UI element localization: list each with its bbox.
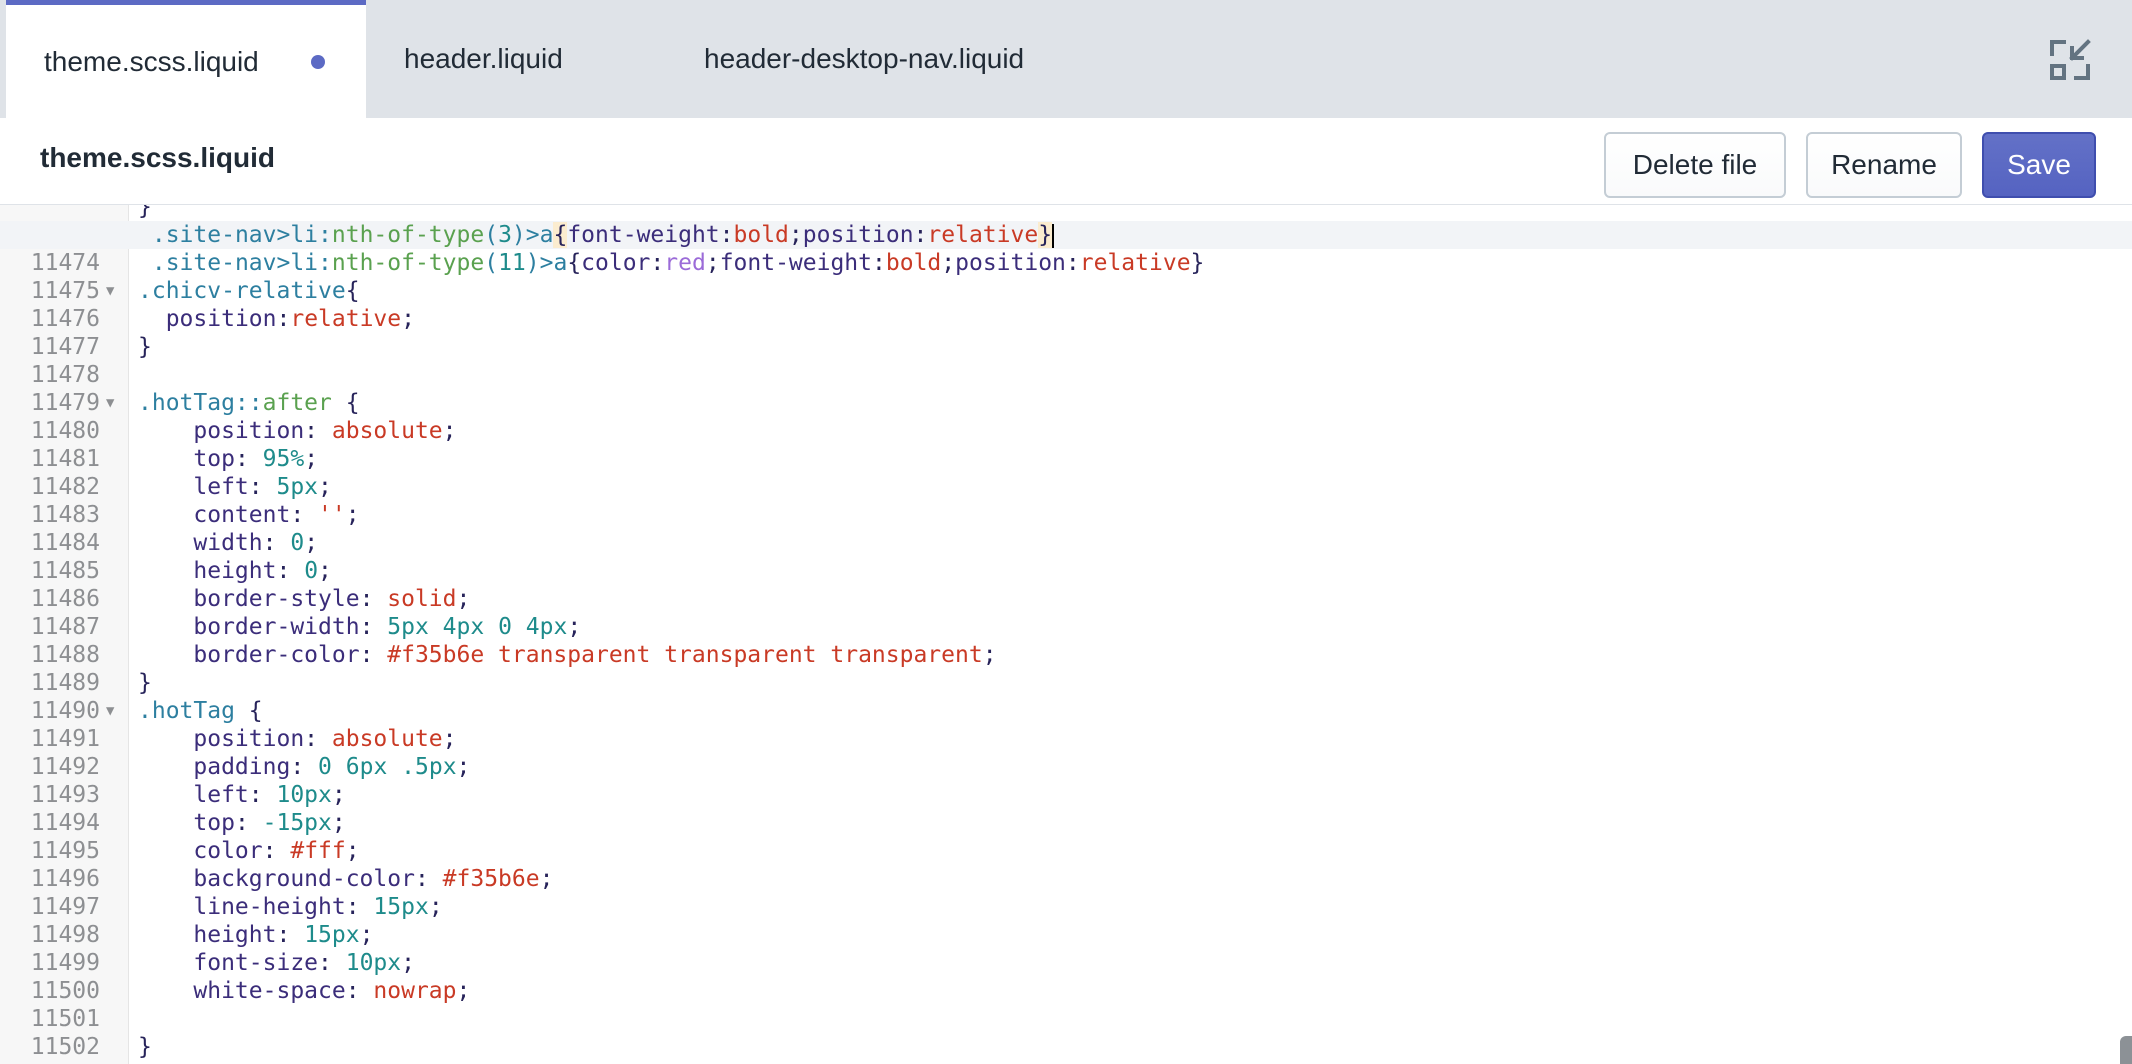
code-line-current: 11474 .site-nav>li:nth-of-type(3)>a{font… xyxy=(0,221,2132,276)
code-line: 11481 position: absolute; xyxy=(30,418,457,472)
fold-caret-icon[interactable]: ▼ xyxy=(106,389,122,417)
tab-label: header-desktop-nav.liquid xyxy=(704,43,1025,74)
fold-caret-icon[interactable]: ▼ xyxy=(106,697,122,725)
code-line: 11500 font-size: 10px; xyxy=(30,950,415,1004)
save-button[interactable]: Save xyxy=(1982,132,2096,198)
code-line: 11477 position:relative; xyxy=(30,306,415,360)
code-lines: 11473 ​} 11474 .site-nav>li:nth-of-type(… xyxy=(0,205,2132,1064)
delete-file-button[interactable]: Delete file xyxy=(1604,132,1786,198)
code-line: 11499 height: 15px; xyxy=(30,922,374,976)
code-line: 11486 height: 0; xyxy=(30,558,332,612)
code-line: 11478 } xyxy=(30,334,152,388)
file-title: theme.scss.liquid xyxy=(40,142,275,173)
code-line: 11496 color: #fff; xyxy=(30,838,360,892)
rename-button[interactable]: Rename xyxy=(1806,132,1962,198)
code-line: 11476 ▼ .chicv-relative{ xyxy=(30,277,360,332)
code-editor[interactable]: 11473 ​} 11474 .site-nav>li:nth-of-type(… xyxy=(0,205,2132,1064)
code-line: 11494 left: 10px; xyxy=(30,782,346,836)
code-line: 11503 } xyxy=(31,1034,152,1064)
code-line: 11484 content: ''; xyxy=(30,502,360,556)
fold-caret-icon[interactable]: ▼ xyxy=(106,277,122,305)
code-line: 11482 top: 95%; xyxy=(30,446,319,500)
code-line: 11479 xyxy=(30,390,100,416)
code-line: 11489 border-color: #f35b6e transparent … xyxy=(30,642,997,696)
code-line: 11480 ▼ .hotTag::after { xyxy=(30,389,360,444)
code-line: 11488 border-width: 5px 4px 0 4px; xyxy=(30,614,582,668)
code-line: 11502 xyxy=(30,1034,100,1060)
tab-header-desktop-nav-liquid[interactable]: header-desktop-nav.liquid xyxy=(666,0,1086,118)
tab-bar: theme.scss.liquid header.liquid header-d… xyxy=(0,0,2132,118)
code-line: 11492 position: absolute; xyxy=(30,726,457,780)
tab-theme-scss-liquid[interactable]: theme.scss.liquid xyxy=(6,0,366,118)
code-line: 11473 ​} xyxy=(31,205,152,248)
vertical-scrollbar[interactable] xyxy=(2120,1036,2132,1064)
code-line: 11490 } xyxy=(30,670,152,724)
tab-label: header.liquid xyxy=(404,43,563,74)
code-line: 11497 background-color: #f35b6e; xyxy=(30,866,554,920)
file-header: theme.scss.liquid Delete file Rename Sav… xyxy=(0,118,2132,205)
tab-label: theme.scss.liquid xyxy=(44,45,259,77)
code-line: 11487 border-style: solid; xyxy=(30,586,471,640)
code-line: 11493 padding: 0 6px .5px; xyxy=(30,754,471,808)
collapse-icon[interactable] xyxy=(2048,38,2092,82)
unsaved-dot-icon xyxy=(311,54,325,69)
collapse-arrows-icon xyxy=(2050,39,2091,80)
code-line: 11498 line-height: 15px; xyxy=(30,894,443,948)
code-line: 11491 ▼ .hotTag { xyxy=(30,697,263,752)
code-line: 11483 left: 5px; xyxy=(30,474,332,528)
code-line: 11485 width: 0; xyxy=(30,530,319,584)
text-cursor xyxy=(1052,223,1055,248)
tab-header-liquid[interactable]: header.liquid xyxy=(366,0,656,118)
code-line: 11475 .site-nav>li:nth-of-type(11)>a{col… xyxy=(30,250,1205,304)
code-line: 11501 white-space: nowrap; xyxy=(30,978,471,1032)
code-line: 11495 top: -15px; xyxy=(30,810,346,864)
